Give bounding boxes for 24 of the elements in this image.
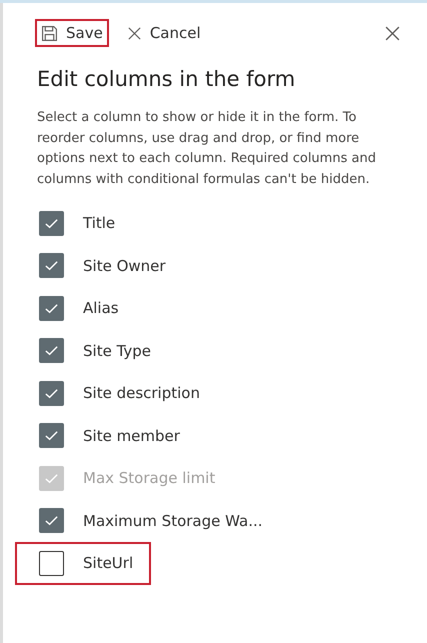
checkbox[interactable] (39, 210, 64, 236)
column-label: SiteUrl (83, 553, 134, 574)
panel-title: Edit columns in the form (37, 67, 296, 92)
checkbox[interactable] (39, 550, 64, 576)
save-button[interactable]: Save (35, 19, 109, 47)
column-label: Site Owner (83, 256, 166, 277)
checkbox[interactable] (39, 253, 64, 278)
column-label: Max Storage limit (83, 468, 216, 490)
close-icon (384, 25, 401, 42)
description-text: Select a column to show or hide it in the form. To reorder columns, use drag and drop, or find more options next to each column. Required columns and columns with conditional formulas can't be hidden. (37, 109, 377, 189)
checkbox[interactable] (39, 508, 64, 534)
column-label: Site member (83, 426, 180, 447)
save-icon (41, 24, 58, 42)
cancel-button[interactable]: Cancel (120, 19, 207, 47)
column-label: Site Type (83, 340, 152, 362)
checkbox[interactable] (39, 380, 64, 406)
checkbox[interactable] (39, 296, 64, 321)
column-label: Alias (83, 298, 119, 320)
checkbox[interactable] (39, 423, 64, 448)
column-label: Title (83, 213, 116, 234)
column-label: Site description (83, 383, 200, 404)
checkbox[interactable] (39, 338, 64, 364)
close-icon (126, 26, 142, 40)
column-label: Maximum Storage Wa... (83, 510, 263, 532)
